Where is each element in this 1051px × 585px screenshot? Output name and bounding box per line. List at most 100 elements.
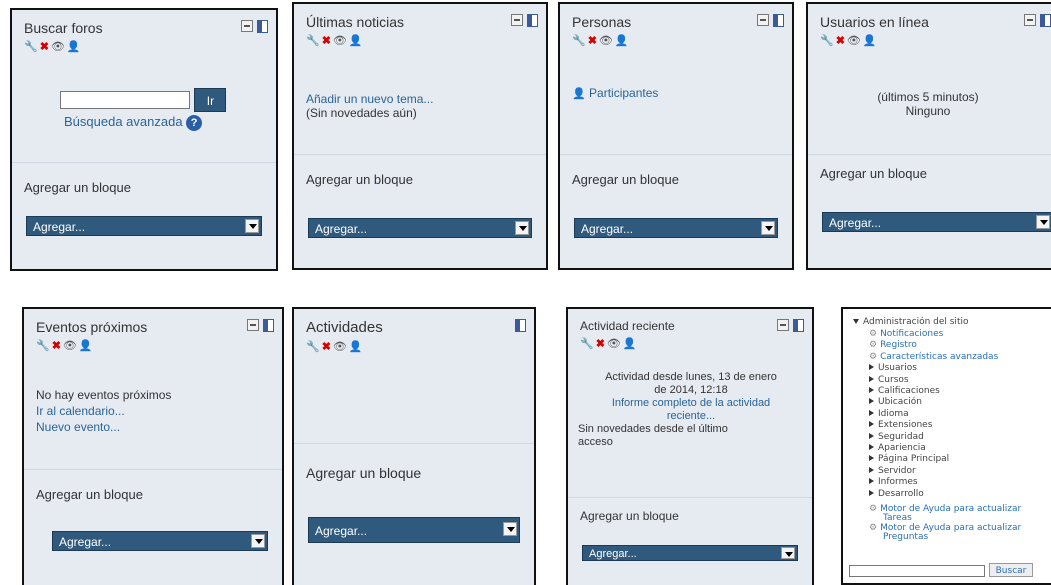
add-topic-link[interactable]: Añadir un nuevo tema... [306, 92, 433, 106]
roles-icon[interactable]: 👤 [349, 341, 363, 353]
admin-item[interactable]: ⚙ Notificaciones [869, 329, 943, 339]
online-none: Ninguno [905, 104, 951, 118]
add-block-select[interactable]: Agregar... [26, 216, 262, 236]
add-block-title: Agregar un bloque [306, 172, 413, 187]
roles-icon[interactable]: 👤 [863, 35, 877, 47]
wrench-icon[interactable]: 🔧 [306, 35, 320, 47]
roles-icon[interactable]: 👤 [67, 41, 81, 53]
chevron-down-icon[interactable] [503, 522, 517, 536]
admin-item[interactable]: Extensiones [869, 420, 932, 430]
roles-icon[interactable]: 👤 [79, 340, 93, 352]
eye-icon[interactable]: 👁 [333, 341, 347, 353]
dock-icon[interactable] [773, 14, 784, 27]
eye-icon[interactable]: 👁 [51, 41, 65, 53]
add-block-select[interactable]: Agregar... [822, 212, 1051, 232]
admin-item[interactable]: Usuarios [869, 363, 917, 373]
admin-item[interactable]: Idioma [869, 409, 909, 419]
chevron-down-icon[interactable] [1036, 215, 1050, 229]
dock-icon[interactable] [263, 319, 274, 332]
wrench-icon[interactable]: 🔧 [36, 340, 50, 352]
advanced-search: Búsqueda avanzada ? [64, 114, 203, 131]
advanced-search-link[interactable]: Búsqueda avanzada [64, 114, 183, 129]
full-report-link-cont[interactable]: reciente... [578, 410, 804, 423]
admin-item-label: Notificaciones [880, 329, 944, 339]
help-icon[interactable]: ? [186, 114, 203, 131]
chevron-down-icon[interactable] [781, 547, 795, 559]
wrench-icon[interactable]: 🔧 [820, 35, 834, 47]
delete-icon[interactable]: ✖ [836, 35, 845, 47]
dock-icon[interactable] [793, 319, 804, 332]
block-content: Actividad desde lunes, 13 de enero de 20… [578, 371, 804, 449]
chevron-down-icon[interactable] [761, 221, 775, 235]
admin-item[interactable]: Servidor [869, 466, 916, 476]
dock-icon[interactable] [1040, 14, 1051, 27]
roles-icon[interactable]: 👤 [623, 338, 637, 350]
minimize-icon[interactable] [511, 14, 523, 26]
minimize-icon[interactable] [241, 20, 253, 32]
chevron-right-icon [869, 364, 874, 371]
admin-item-label: Características avanzadas [880, 351, 999, 362]
participants-link[interactable]: Participantes [589, 86, 658, 100]
add-block-select[interactable]: Agregar... [52, 531, 268, 551]
roles-icon[interactable]: 👤 [615, 35, 629, 47]
block-content: (últimos 5 minutos) Ninguno [808, 90, 1048, 118]
block-title: Usuarios en línea [820, 14, 929, 30]
eye-icon[interactable]: 👁 [333, 35, 347, 47]
eye-icon[interactable]: 👁 [607, 338, 621, 350]
delete-icon[interactable]: ✖ [596, 338, 605, 350]
admin-item[interactable]: Página Principal [869, 454, 949, 464]
admin-search-button[interactable]: Buscar [989, 563, 1033, 577]
block-edit-icons: 🔧 ✖ 👁 👤 [306, 34, 534, 48]
admin-item[interactable]: ⚙ Registro [869, 340, 917, 350]
roles-icon[interactable]: 👤 [349, 35, 363, 47]
dock-icon[interactable] [257, 20, 268, 33]
admin-item[interactable]: Calificaciones [869, 386, 940, 396]
add-block-select[interactable]: Agregar... [582, 545, 798, 561]
go-button[interactable]: Ir [194, 88, 227, 112]
full-report-link[interactable]: Informe completo de la actividad [578, 397, 804, 410]
add-block-select[interactable]: Agregar... [574, 218, 778, 238]
minimize-icon[interactable] [1024, 14, 1036, 26]
admin-motor-2-cont[interactable]: Preguntas [883, 532, 928, 542]
calendar-link[interactable]: Ir al calendario... [36, 403, 171, 419]
admin-item[interactable]: ⚙ Características avanzadas [869, 352, 998, 362]
admin-search-input[interactable] [849, 565, 985, 577]
admin-item[interactable]: Seguridad [869, 432, 924, 442]
chevron-down-icon[interactable] [245, 219, 259, 233]
admin-item-label: Usuarios [878, 363, 917, 374]
chevron-right-icon [869, 398, 874, 405]
wrench-icon[interactable]: 🔧 [24, 41, 38, 53]
delete-icon[interactable]: ✖ [322, 341, 331, 353]
delete-icon[interactable]: ✖ [322, 35, 331, 47]
eye-icon[interactable]: 👁 [847, 35, 861, 47]
wrench-icon[interactable]: 🔧 [572, 35, 586, 47]
chevron-down-icon[interactable] [251, 534, 265, 548]
eye-icon[interactable]: 👁 [63, 340, 77, 352]
select-value: Agregar... [315, 524, 368, 538]
admin-item-label: Página Principal [878, 454, 950, 465]
admin-item[interactable]: Cursos [869, 375, 909, 385]
eye-icon[interactable]: 👁 [599, 35, 613, 47]
admin-item[interactable]: Ubicación [869, 397, 922, 407]
delete-icon[interactable]: ✖ [40, 41, 49, 53]
admin-item[interactable]: Apariencia [869, 443, 926, 453]
search-input[interactable] [60, 91, 190, 109]
chevron-down-icon[interactable] [515, 221, 529, 235]
wrench-icon[interactable]: 🔧 [306, 341, 320, 353]
admin-motor-1-cont[interactable]: Tareas [883, 513, 912, 523]
admin-item[interactable]: Desarrollo [869, 489, 924, 499]
add-block-title: Agregar un bloque [572, 172, 679, 187]
add-block-select[interactable]: Agregar... [308, 517, 520, 543]
delete-icon[interactable]: ✖ [52, 340, 61, 352]
minimize-icon[interactable] [757, 14, 769, 26]
dock-icon[interactable] [527, 14, 538, 27]
add-block-select[interactable]: Agregar... [308, 218, 532, 238]
minimize-icon[interactable] [247, 319, 259, 331]
wrench-icon[interactable]: 🔧 [580, 338, 594, 350]
admin-item[interactable]: Informes [869, 477, 918, 487]
dock-icon[interactable] [515, 319, 526, 332]
new-event-link[interactable]: Nuevo evento... [36, 419, 171, 435]
admin-header[interactable]: Administración del sitio [853, 317, 968, 327]
minimize-icon[interactable] [777, 319, 789, 331]
delete-icon[interactable]: ✖ [588, 35, 597, 47]
